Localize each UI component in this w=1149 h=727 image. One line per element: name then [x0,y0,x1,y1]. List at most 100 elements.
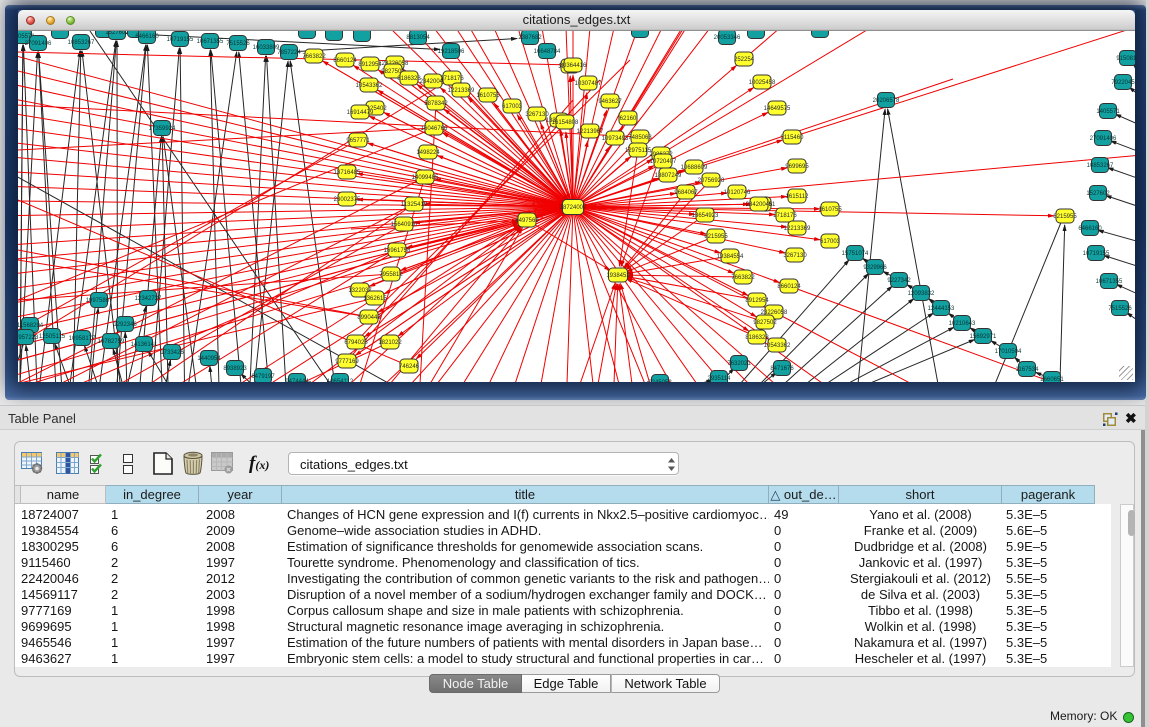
svg-text:9245052: 9245052 [648,380,672,382]
svg-text:1440954: 1440954 [197,356,221,362]
svg-text:17359924: 17359924 [149,126,176,132]
svg-text:11325419: 11325419 [401,202,428,208]
svg-text:6466160: 6466160 [1078,226,1102,232]
svg-text:16046766: 16046766 [421,126,448,132]
svg-text:10025458: 10025458 [749,80,776,86]
svg-text:6479197: 6479197 [251,374,275,380]
svg-text:9227342: 9227342 [887,278,911,284]
svg-text:8215955: 8215955 [1053,214,1077,220]
svg-text:10543362: 10543362 [764,343,791,349]
svg-text:17957223: 17957223 [18,335,39,341]
svg-text:11568294: 11568294 [18,323,44,329]
svg-text:12213369: 12213369 [448,88,475,94]
svg-text:27091406: 27091406 [25,41,52,47]
svg-text:1167534: 1167534 [1016,367,1040,373]
svg-text:2660651: 2660651 [1040,377,1064,382]
svg-text:13716485: 13716485 [334,170,361,176]
svg-text:2935114: 2935114 [708,376,732,382]
svg-text:8660124: 8660124 [777,284,801,290]
svg-text:18724007: 18724007 [560,205,587,211]
svg-text:1610755: 1610755 [818,207,842,213]
svg-text:10120746: 10120746 [724,190,751,196]
svg-text:10671355: 10671355 [1096,279,1123,285]
svg-text:10210643: 10210643 [949,321,976,327]
svg-text:9827502: 9827502 [753,320,777,326]
svg-text:10782759: 10782759 [98,339,125,345]
svg-text:3267130: 3267130 [783,253,807,259]
svg-text:14136141: 14136141 [131,342,158,348]
svg-text:10688609: 10688609 [681,165,708,171]
svg-text:13654923: 13654923 [692,213,719,219]
svg-text:5878342: 5878342 [424,101,448,107]
svg-text:7857224: 7857224 [277,50,301,56]
svg-text:6794028: 6794028 [344,340,368,346]
svg-text:12505115: 12505115 [39,334,66,340]
svg-text:16914479: 16914479 [347,110,374,116]
svg-text:9699695: 9699695 [785,164,809,170]
svg-text:8912954: 8912954 [358,62,382,68]
svg-text:10719155: 10719155 [167,37,194,43]
svg-text:1615112: 1615112 [786,194,810,200]
svg-text:19218506: 19218506 [438,49,465,55]
svg-text:1938453: 1938453 [606,273,630,279]
svg-text:8471676: 8471676 [770,366,794,372]
svg-text:10671355: 10671355 [197,39,224,45]
svg-text:8990448: 8990448 [357,315,381,321]
svg-text:19384554: 19384554 [717,254,744,260]
svg-text:7663822: 7663822 [731,275,755,281]
svg-text:9463627: 9463627 [598,99,622,105]
svg-text:9474444: 9474444 [285,379,309,382]
svg-text:2718176: 2718176 [440,76,464,82]
svg-text:6497568: 6497568 [515,218,539,224]
svg-text:12213369: 12213369 [784,226,811,232]
svg-text:8938923: 8938923 [223,366,247,372]
svg-text:12342737: 12342737 [135,296,162,302]
svg-text:1610755: 1610755 [476,93,500,99]
svg-text:23420046: 23420046 [746,202,773,208]
svg-text:8813054: 8813054 [406,35,430,41]
svg-text:10307487: 10307487 [575,81,602,87]
svg-text:16648784: 16648784 [534,49,561,55]
svg-text:16961758: 16961758 [384,248,411,254]
svg-text:23002375: 23002375 [334,197,361,203]
svg-text:617003: 617003 [820,239,841,245]
svg-text:8186328: 8186328 [745,335,769,341]
svg-text:12975115: 12975115 [625,148,652,154]
svg-text:19975867: 19975867 [86,298,113,304]
svg-text:10720407: 10720407 [650,159,677,165]
svg-text:8660124: 8660124 [333,58,357,64]
svg-text:10654112: 10654112 [327,379,354,382]
svg-text:20053346: 20053346 [714,35,741,41]
svg-text:2387682: 2387682 [518,35,542,41]
svg-text:62160: 62160 [620,116,637,122]
svg-text:15692971: 15692971 [970,334,997,340]
svg-text:15751074: 15751074 [842,251,869,257]
svg-text:7632021: 7632021 [727,361,751,367]
svg-text:9657771: 9657771 [346,138,370,144]
svg-text:27091406: 27091406 [1090,136,1117,142]
svg-text:17010504: 17010504 [995,349,1022,355]
svg-text:15640910: 15640910 [391,222,418,228]
svg-text:20364416: 20364416 [560,63,587,69]
svg-text:617003: 617003 [502,104,523,110]
svg-text:6466160: 6466160 [135,34,159,40]
svg-text:9329966: 9329966 [863,265,887,271]
svg-text:10853267: 10853267 [1087,163,1114,169]
svg-text:16154808: 16154808 [552,120,579,126]
svg-text:7515526: 7515526 [226,41,250,47]
svg-text:9684067: 9684067 [674,190,698,196]
svg-text:1362615: 1362615 [363,296,387,302]
svg-text:18807249: 18807249 [655,173,682,179]
svg-text:8912954: 8912954 [745,298,769,304]
svg-text:9115460: 9115460 [781,135,805,141]
svg-text:20206578: 20206578 [873,98,900,104]
svg-text:10853267: 10853267 [68,40,95,46]
svg-text:14099485: 14099485 [412,175,439,181]
svg-text:10973493: 10973493 [602,136,629,142]
svg-text:1498224: 1498224 [416,150,440,156]
svg-text:7955812: 7955812 [379,272,403,278]
svg-text:9777169: 9777169 [335,359,359,365]
svg-text:252254: 252254 [734,57,755,63]
svg-text:14649575: 14649575 [764,106,791,112]
svg-text:7485063: 7485063 [628,135,652,141]
